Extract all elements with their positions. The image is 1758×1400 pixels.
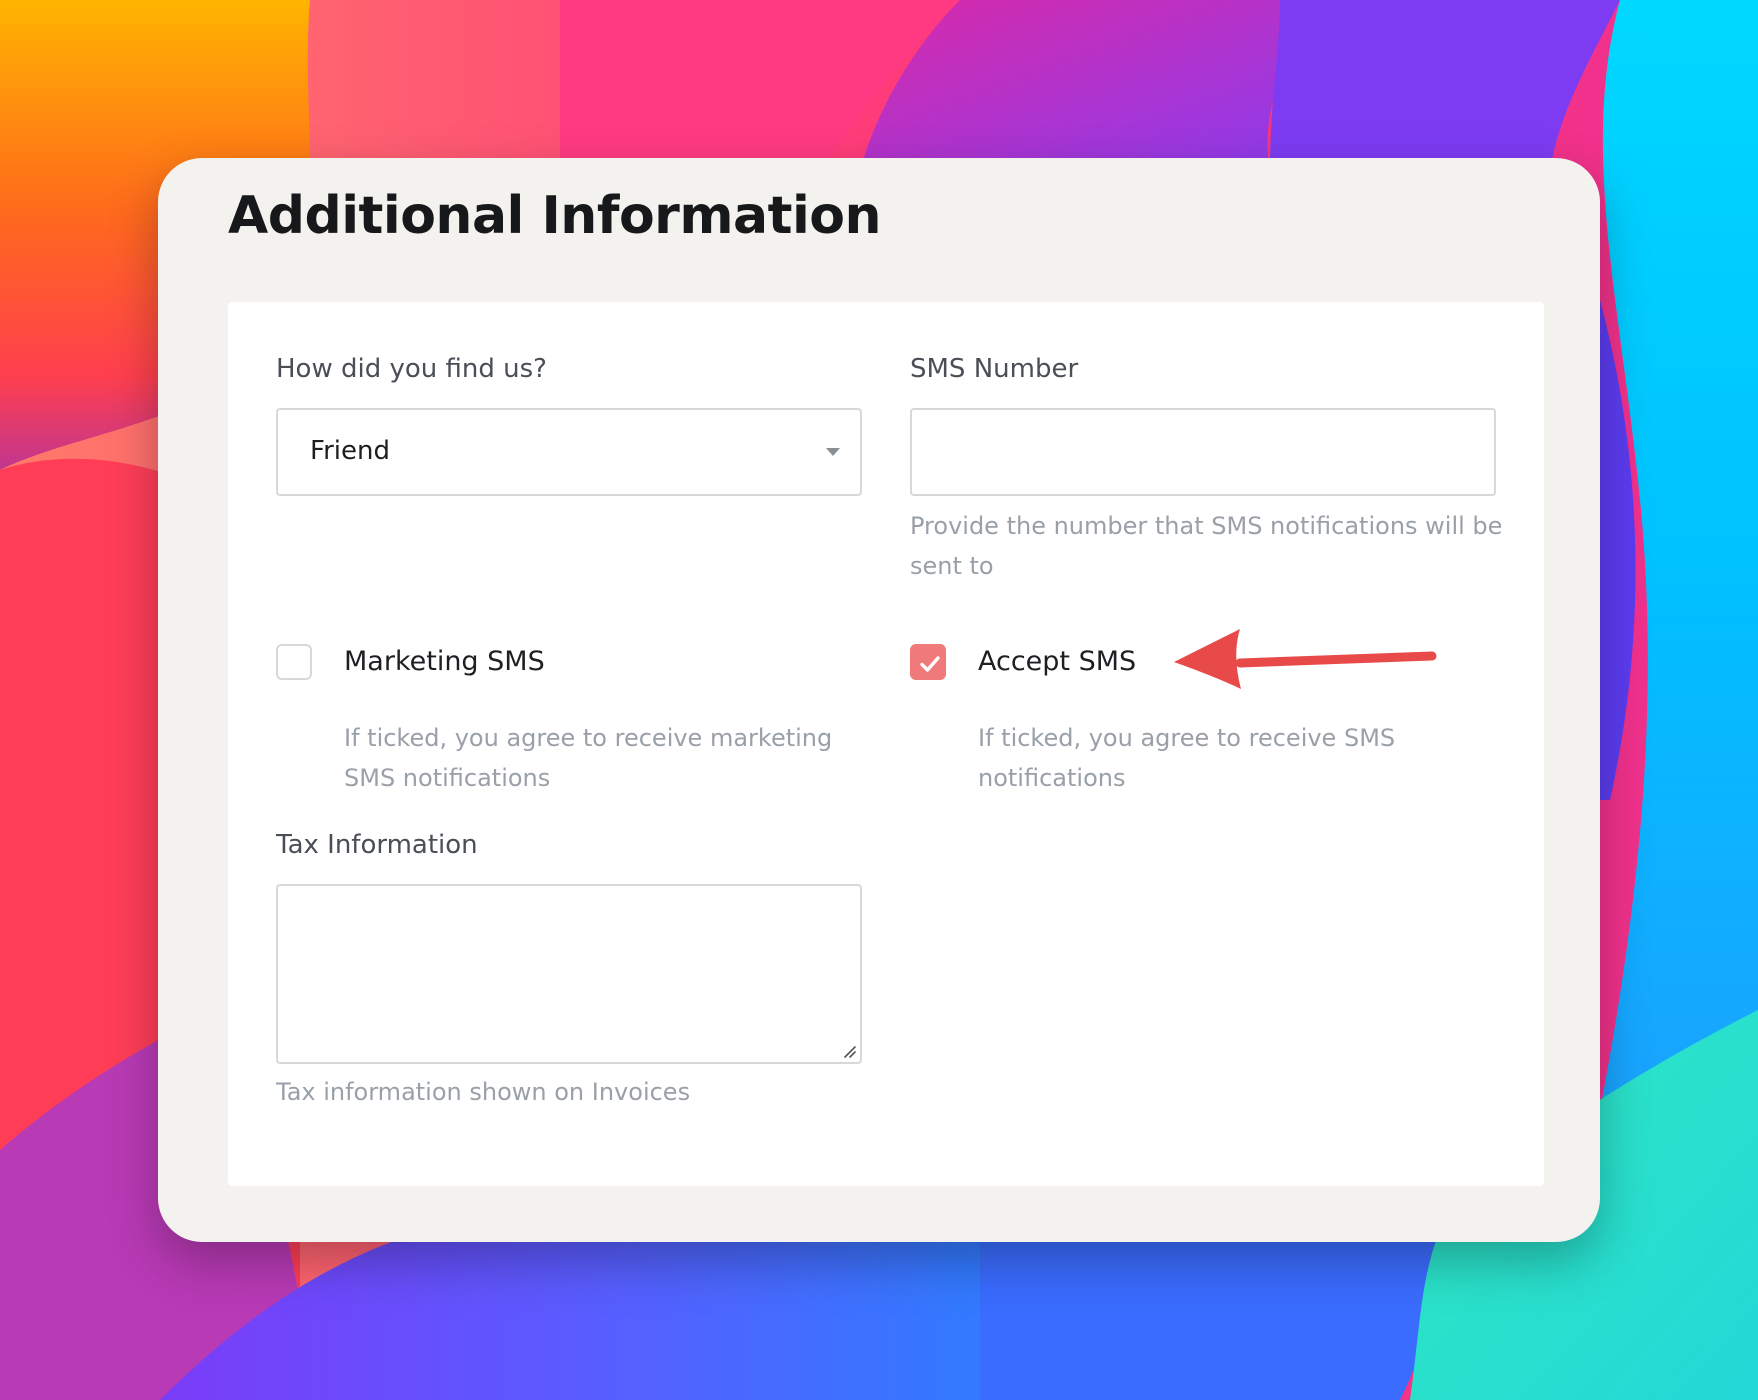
find-us-select[interactable]: Friend: [276, 408, 862, 496]
arrow-left-icon: [1174, 629, 1437, 689]
page-title: Additional Information: [228, 186, 882, 246]
checkmark-icon: [920, 656, 940, 672]
find-us-selected-value: Friend: [310, 436, 390, 466]
accept-sms-checkbox[interactable]: [910, 644, 946, 680]
find-us-label: How did you find us?: [276, 354, 547, 384]
tax-information-help: Tax information shown on Invoices: [276, 1078, 691, 1106]
marketing-sms-label[interactable]: Marketing SMS: [344, 646, 545, 677]
accept-sms-help: If ticked, you agree to receive SMS noti…: [978, 724, 1396, 792]
marketing-sms-checkbox[interactable]: [276, 644, 312, 680]
tax-information-textarea[interactable]: [276, 884, 862, 1064]
sms-number-input[interactable]: [910, 408, 1496, 496]
tax-information-label: Tax Information: [276, 830, 478, 860]
marketing-sms-help: If ticked, you agree to receive marketin…: [344, 724, 833, 792]
resize-handle-icon[interactable]: [842, 1044, 856, 1058]
sms-number-label: SMS Number: [910, 354, 1079, 384]
form-panel: How did you find us? Friend SMS Number P…: [228, 302, 1544, 1186]
sms-number-help: Provide the number that SMS notification…: [910, 512, 1503, 580]
additional-information-card: Additional Information How did you find …: [158, 158, 1600, 1242]
caret-down-icon: [826, 448, 840, 456]
accept-sms-label[interactable]: Accept SMS: [978, 646, 1136, 677]
